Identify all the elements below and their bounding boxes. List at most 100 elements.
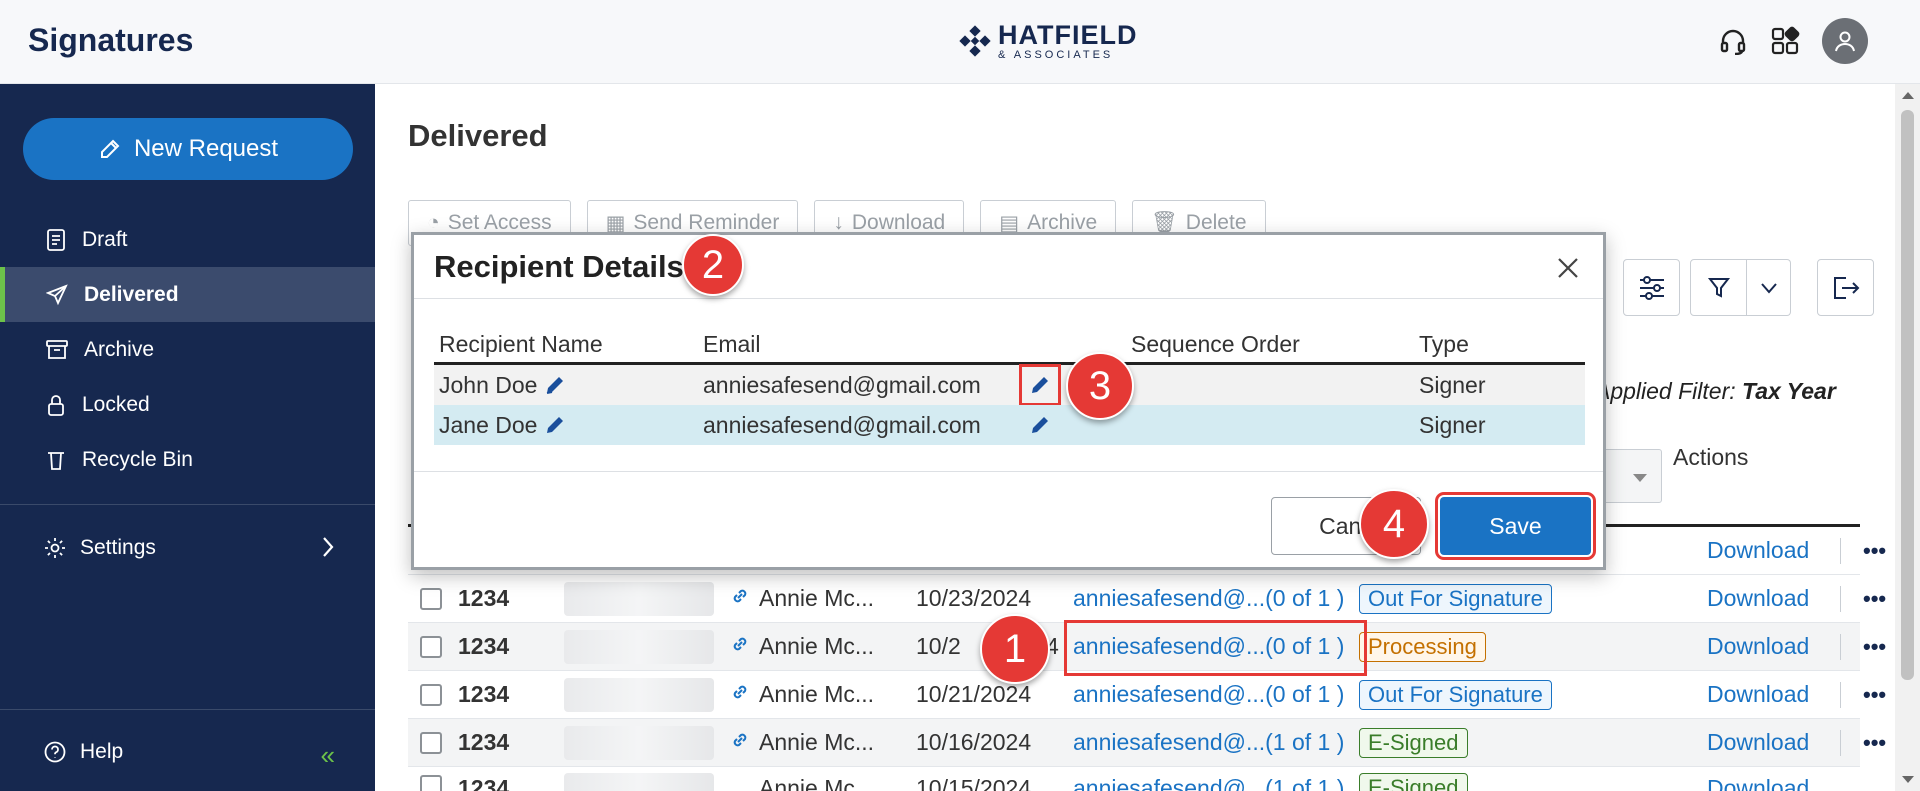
step-callout-1: 1 xyxy=(980,614,1050,684)
col-sequence-order: Sequence Order xyxy=(1131,331,1300,357)
user-avatar[interactable] xyxy=(1822,18,1868,64)
apps-grid-icon[interactable] xyxy=(1770,26,1800,56)
col-recipient-name: Recipient Name xyxy=(439,331,603,357)
recipient-name: Annie Mc... xyxy=(759,729,875,755)
recipient-email-link[interactable]: anniesafesend@...(1 of 1 ) xyxy=(1073,775,1344,791)
sidebar: New Request Draft Delivered Archive Lock… xyxy=(0,84,375,791)
download-link[interactable]: Download xyxy=(1707,585,1809,612)
col-type: Type xyxy=(1419,331,1469,357)
sent-date: 10/21/2024 xyxy=(916,681,1032,707)
more-options-icon[interactable]: ••• xyxy=(1863,682,1886,708)
table-row[interactable]: 1234 Annie Mc... 10/16/2024 anniesafesen… xyxy=(408,719,1886,767)
scroll-down-arrow[interactable] xyxy=(1902,776,1914,783)
sidebar-item-archive[interactable]: Archive xyxy=(0,322,375,377)
sidebar-item-label: Archive xyxy=(84,337,155,361)
recipient-type: Signer xyxy=(1419,371,1486,398)
bulk-select-dropdown[interactable] xyxy=(1600,449,1662,503)
link-icon[interactable] xyxy=(730,729,750,756)
recipient-name: Annie Mc... xyxy=(759,775,875,791)
document-id: 1234 xyxy=(458,681,510,707)
sent-date: 10/23/2024 xyxy=(916,585,1032,611)
save-button[interactable]: Save xyxy=(1435,492,1596,560)
collapse-sidebar-icon[interactable]: « xyxy=(321,740,335,771)
page-scrollbar[interactable] xyxy=(1895,84,1920,791)
recipients-table: Recipient Name Email Sequence Order Type… xyxy=(434,327,1585,445)
export-button[interactable] xyxy=(1817,259,1874,316)
trash-icon xyxy=(48,451,64,470)
row-checkbox[interactable] xyxy=(420,775,442,791)
row-checkbox[interactable] xyxy=(420,731,442,754)
headset-icon[interactable] xyxy=(1718,26,1748,56)
recipients-table-header: Recipient Name Email Sequence Order Type xyxy=(434,327,1585,365)
status-badge: Processing xyxy=(1359,631,1486,662)
sent-date: 10/15/2024 xyxy=(916,775,1032,791)
redacted-field xyxy=(564,725,714,760)
status-badge: Out For Signature xyxy=(1359,679,1552,710)
download-link[interactable]: Download xyxy=(1707,633,1809,660)
filter-icon xyxy=(1707,277,1730,298)
pencil-icon xyxy=(100,139,120,158)
recipient-name: Jane Doe xyxy=(439,411,538,438)
modal-footer-divider xyxy=(414,471,1603,472)
sidebar-item-help[interactable]: Help « xyxy=(0,724,375,780)
action-separator xyxy=(1840,681,1841,708)
status-badge: Out For Signature xyxy=(1359,583,1552,614)
applied-filter-text: Applied Filter: Tax Year xyxy=(1595,378,1836,405)
link-icon[interactable] xyxy=(730,585,750,612)
action-separator xyxy=(1840,537,1841,564)
link-icon[interactable] xyxy=(730,681,750,708)
recipient-email-link[interactable]: anniesafesend@...(1 of 1 ) xyxy=(1073,729,1344,756)
filter-button[interactable] xyxy=(1690,259,1747,316)
sidebar-item-draft[interactable]: Draft xyxy=(0,212,375,267)
scroll-up-arrow[interactable] xyxy=(1902,92,1914,99)
more-options-icon[interactable]: ••• xyxy=(1863,634,1886,660)
recipient-email-link[interactable]: anniesafesend@...(0 of 1 ) xyxy=(1073,681,1344,708)
modal-title: Recipient Details xyxy=(434,249,684,284)
recipient-name: Annie Mc... xyxy=(759,585,875,611)
download-link[interactable]: Download xyxy=(1707,681,1809,708)
row-checkbox[interactable] xyxy=(420,587,442,610)
sidebar-item-locked[interactable]: Locked xyxy=(0,377,375,432)
filter-dropdown-button[interactable] xyxy=(1747,259,1791,316)
applied-filter-label: Applied Filter: xyxy=(1595,378,1736,404)
sidebar-item-recycle-bin[interactable]: Recycle Bin xyxy=(0,432,375,487)
redacted-field xyxy=(564,629,714,664)
sent-date: 10/2 xyxy=(916,633,961,659)
help-label: Help xyxy=(80,740,124,763)
recipient-email: anniesafesend@gmail.com xyxy=(703,371,981,398)
table-row[interactable]: 1234 Annie Mc... 10/15/2024 anniesafesen… xyxy=(408,767,1860,791)
table-row[interactable]: 1234 Annie Mc... 10/23/2024 anniesafesen… xyxy=(408,575,1886,623)
status-badge: E-Signed xyxy=(1359,727,1468,758)
edit-email-pencil-icon[interactable] xyxy=(1027,412,1053,438)
download-link[interactable]: Download xyxy=(1707,537,1809,564)
sidebar-item-settings[interactable]: Settings xyxy=(0,520,375,576)
chevron-right-icon xyxy=(323,537,334,557)
sidebar-item-delivered[interactable]: Delivered xyxy=(0,267,375,322)
table-row[interactable]: 1234 Annie Mc... 10/21/2024 anniesafesen… xyxy=(408,671,1886,719)
edit-name-pencil-icon[interactable] xyxy=(542,372,568,398)
more-options-icon[interactable]: ••• xyxy=(1863,730,1886,756)
column-settings-button[interactable] xyxy=(1623,259,1680,316)
row-checkbox[interactable] xyxy=(420,635,442,658)
download-link[interactable]: Download xyxy=(1707,775,1809,791)
sidebar-item-label: Locked xyxy=(82,392,150,416)
recipient-type: Signer xyxy=(1419,411,1486,438)
more-options-icon[interactable]: ••• xyxy=(1863,586,1886,612)
close-icon[interactable] xyxy=(1553,253,1583,283)
recipient-row: John Doe anniesafesend@gmail.com Signer xyxy=(434,364,1585,406)
more-options-icon[interactable]: ••• xyxy=(1863,538,1886,564)
row-checkbox[interactable] xyxy=(420,683,442,706)
new-request-button[interactable]: New Request xyxy=(23,118,353,180)
status-badge: E-Signed xyxy=(1359,773,1468,791)
document-id: 1234 xyxy=(458,585,510,611)
edit-name-pencil-icon[interactable] xyxy=(542,412,568,438)
scroll-thumb[interactable] xyxy=(1901,110,1914,680)
action-separator xyxy=(1840,633,1841,660)
link-icon[interactable] xyxy=(730,633,750,660)
download-link[interactable]: Download xyxy=(1707,729,1809,756)
recipient-email-link[interactable]: anniesafesend@...(0 of 1 ) xyxy=(1073,585,1344,612)
action-separator xyxy=(1840,585,1841,612)
edit-email-pencil-icon[interactable] xyxy=(1019,364,1061,406)
archive-icon xyxy=(46,339,68,359)
settings-label: Settings xyxy=(80,536,156,559)
